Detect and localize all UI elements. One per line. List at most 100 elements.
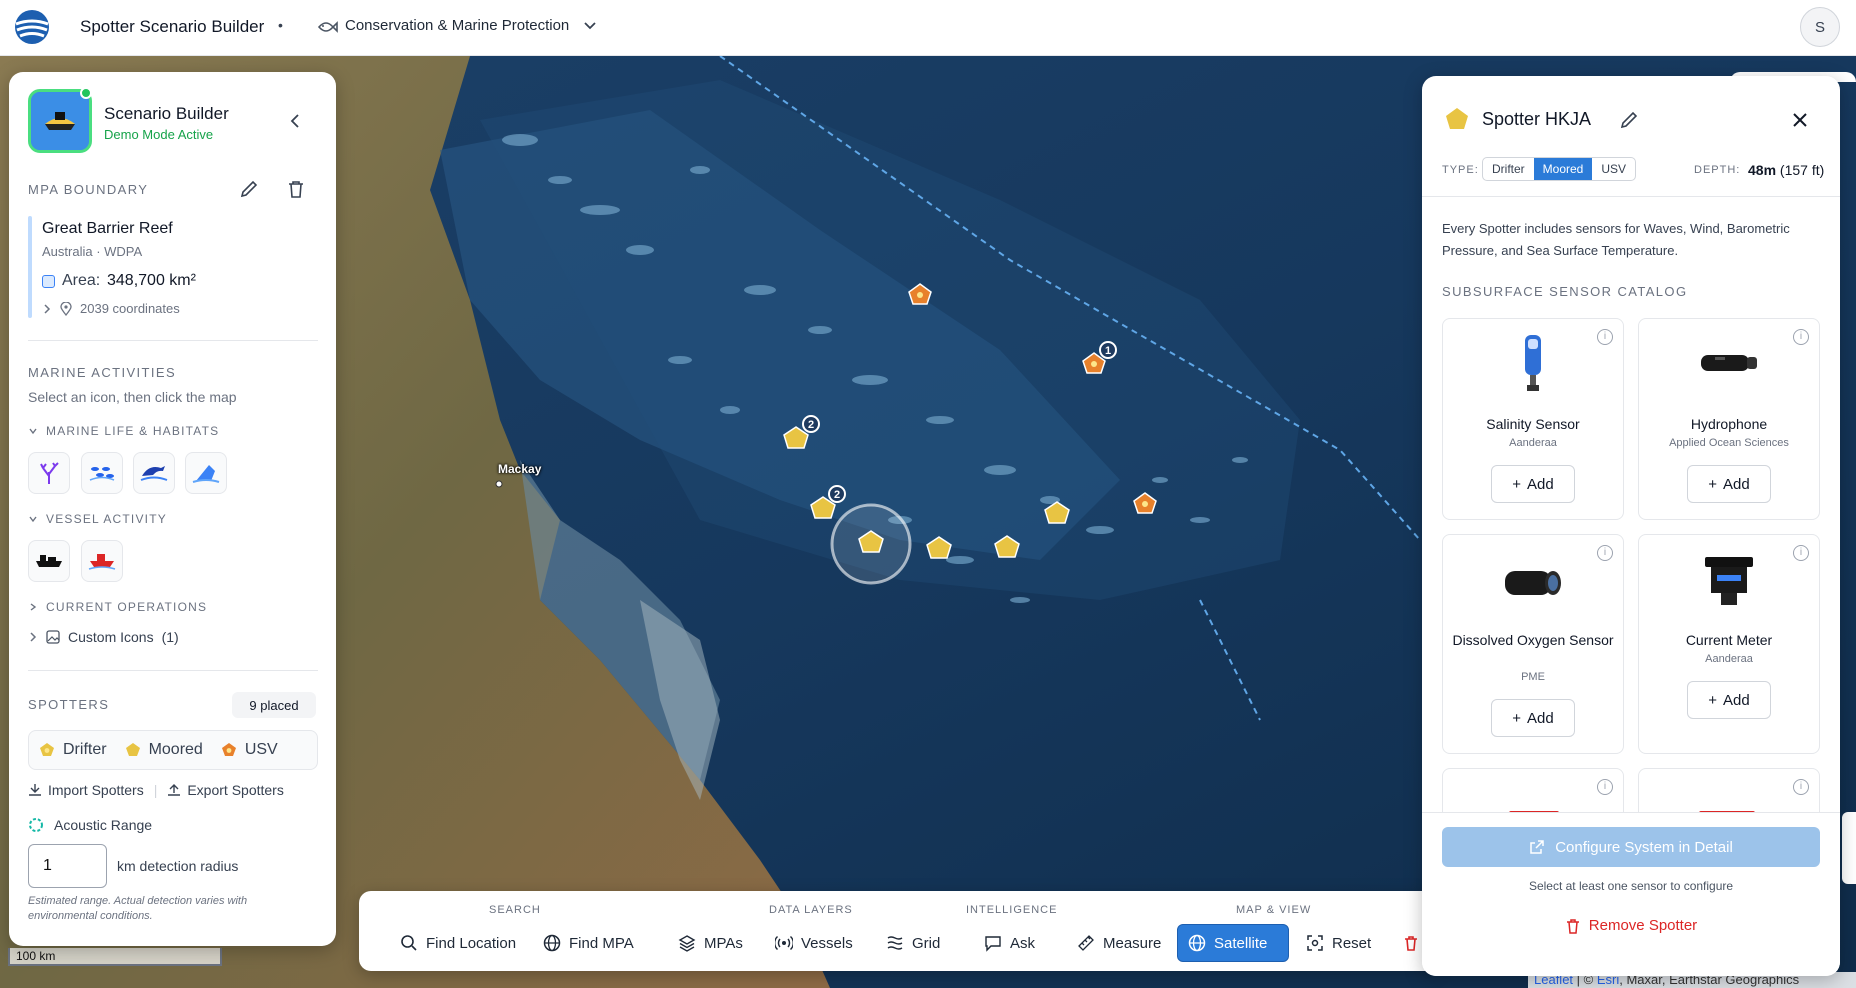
coordinates-toggle[interactable]: 2039 coordinates: [42, 301, 180, 316]
group-search-label: SEARCH: [489, 904, 541, 916]
cluster-badge[interactable]: 2: [802, 415, 820, 433]
spotter-marker-moored-selected[interactable]: [858, 530, 884, 553]
spotter-marker-moored[interactable]: [994, 535, 1020, 558]
avatar[interactable]: S: [1800, 7, 1840, 47]
trash-icon[interactable]: [285, 178, 307, 200]
ruler-icon: [1078, 935, 1094, 951]
sensor-name: Dissolved Oxygen Sensor: [1452, 632, 1614, 648]
placed-count-badge: 9 placed: [232, 692, 316, 718]
chevron-down-icon: [29, 428, 37, 435]
logo-icon[interactable]: [14, 9, 50, 45]
add-label: Add: [1723, 691, 1750, 709]
coords-count: 2039 coordinates: [80, 301, 180, 316]
add-sensor-button[interactable]: + Add: [1491, 699, 1575, 737]
coral-button[interactable]: [28, 452, 70, 494]
location-pin-icon: [60, 301, 72, 316]
vessels-layer-button[interactable]: Vessels: [765, 924, 863, 962]
legend-moored: Moored: [125, 741, 203, 759]
fishing-boat-button[interactable]: [81, 540, 123, 582]
mpas-layer-button[interactable]: MPAs: [668, 924, 753, 962]
grid-label: Grid: [912, 934, 941, 952]
side-tab[interactable]: [1842, 812, 1856, 884]
focus-icon: [1307, 935, 1323, 951]
city-label: Mackay: [498, 462, 542, 476]
info-icon[interactable]: i: [1793, 779, 1809, 795]
find-mpa-label: Find MPA: [569, 934, 634, 952]
type-moored-option[interactable]: Moored: [1533, 158, 1593, 180]
coral-icon: [40, 462, 59, 484]
vessels-label: Vessels: [801, 934, 853, 952]
configure-system-button[interactable]: Configure System in Detail: [1442, 827, 1820, 867]
ask-label: Ask: [1010, 934, 1036, 952]
add-sensor-button[interactable]: + Add: [1687, 681, 1771, 719]
spotter-marker-usv[interactable]: [908, 283, 932, 305]
info-icon[interactable]: i: [1793, 329, 1809, 345]
spotter-marker-moored[interactable]: [1044, 501, 1070, 524]
find-mpa-button[interactable]: Find MPA: [533, 924, 644, 962]
info-icon[interactable]: i: [1597, 329, 1613, 345]
chevron-down-icon[interactable]: [582, 16, 598, 36]
grid-layer-button[interactable]: Grid: [876, 924, 950, 962]
edit-pencil-icon[interactable]: [1618, 109, 1640, 131]
sensor-description: Every Spotter includes sensors for Waves…: [1442, 221, 1790, 258]
spotter-type-legend: Drifter Moored USV: [28, 730, 318, 770]
close-icon[interactable]: [1790, 110, 1810, 130]
spotter-marker-usv[interactable]: [1133, 492, 1157, 514]
current-meter-image: [1705, 557, 1753, 605]
mpa-meta: Australia · WDPA: [42, 244, 143, 259]
sensor-name: Salinity Sensor: [1486, 416, 1580, 432]
project-selector[interactable]: Conservation & Marine Protection: [345, 17, 569, 34]
cargo-ship-button[interactable]: [28, 540, 70, 582]
current-operations-group[interactable]: CURRENT OPERATIONS: [28, 600, 207, 614]
cluster-count-1: 1: [1105, 345, 1111, 357]
legend-usv-label: USV: [244, 741, 278, 758]
ray-button[interactable]: [185, 452, 227, 494]
export-spotters-button[interactable]: Export Spotters: [187, 782, 284, 798]
spotters-section-label: SPOTTERS: [28, 697, 110, 712]
type-drifter-option[interactable]: Drifter: [1483, 158, 1534, 180]
download-icon: [29, 784, 41, 796]
top-bar: Spotter Scenario Builder • Conservation …: [0, 0, 1856, 56]
current-operations-label: CURRENT OPERATIONS: [46, 600, 208, 614]
satellite-button[interactable]: Satellite: [1177, 924, 1289, 962]
reset-button[interactable]: Reset: [1296, 924, 1381, 962]
vessel-activity-group[interactable]: VESSEL ACTIVITY: [28, 512, 167, 526]
spotter-marker-moored[interactable]: [926, 536, 952, 559]
panel-title: Scenario Builder: [104, 104, 229, 123]
acoustic-range-toggle[interactable]: Acoustic Range: [28, 817, 152, 833]
depth-feet: (157 ft): [1779, 162, 1825, 178]
custom-icons-toggle[interactable]: Custom Icons (1): [28, 629, 179, 645]
type-usv-option[interactable]: USV: [1592, 158, 1635, 180]
search-icon: [401, 935, 417, 951]
edit-pencil-icon[interactable]: [238, 178, 260, 200]
ask-button[interactable]: Ask: [974, 924, 1045, 962]
dolphin-button[interactable]: [133, 452, 175, 494]
import-spotters-button[interactable]: Import Spotters: [48, 782, 144, 798]
external-link-icon: [1530, 840, 1544, 854]
info-icon[interactable]: i: [1597, 779, 1613, 795]
marine-life-group[interactable]: MARINE LIFE & HABITATS: [28, 424, 219, 438]
cluster-badge[interactable]: 1: [1099, 341, 1117, 359]
find-location-button[interactable]: Find Location: [390, 924, 526, 962]
sensor-maker: Applied Ocean Sciences: [1669, 437, 1789, 449]
dolphin-icon: [140, 466, 168, 481]
detection-radius-input[interactable]: [28, 844, 107, 888]
legend-drifter: Drifter: [39, 741, 107, 759]
chevron-right-icon: [44, 303, 51, 314]
sensor-name: Current Meter: [1685, 632, 1773, 648]
spotter-marker-moored[interactable]: [783, 426, 809, 449]
info-icon[interactable]: i: [1793, 545, 1809, 561]
pentagon-orange-icon: [221, 743, 236, 756]
fish-school-button[interactable]: [81, 452, 123, 494]
trash-icon[interactable]: [1402, 934, 1420, 952]
chat-bubble-icon: [985, 936, 1001, 952]
chevron-left-icon[interactable]: [287, 112, 303, 130]
info-icon[interactable]: i: [1597, 545, 1613, 561]
cluster-badge[interactable]: 2: [828, 485, 846, 503]
divider: [28, 340, 318, 341]
add-sensor-button[interactable]: + Add: [1687, 465, 1771, 503]
remove-spotter-button[interactable]: Remove Spotter: [1422, 917, 1840, 934]
activities-hint: Select an icon, then click the map: [28, 389, 237, 405]
add-sensor-button[interactable]: + Add: [1491, 465, 1575, 503]
measure-button[interactable]: Measure: [1067, 924, 1171, 962]
